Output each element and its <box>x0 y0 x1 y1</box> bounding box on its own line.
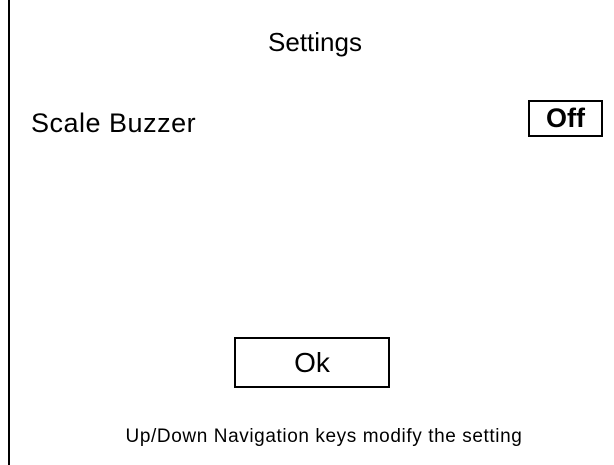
screen-left-border <box>8 0 10 465</box>
scale-buzzer-value-field[interactable]: Off <box>528 100 603 137</box>
page-title: Settings <box>268 27 362 57</box>
navigation-hint: Up/Down Navigation keys modify the setti… <box>125 426 523 447</box>
ok-button[interactable]: Ok <box>234 337 390 388</box>
scale-buzzer-label: Scale Buzzer <box>31 108 197 138</box>
settings-screen: Settings Scale Buzzer Off Ok Up/Down Nav… <box>0 0 614 465</box>
